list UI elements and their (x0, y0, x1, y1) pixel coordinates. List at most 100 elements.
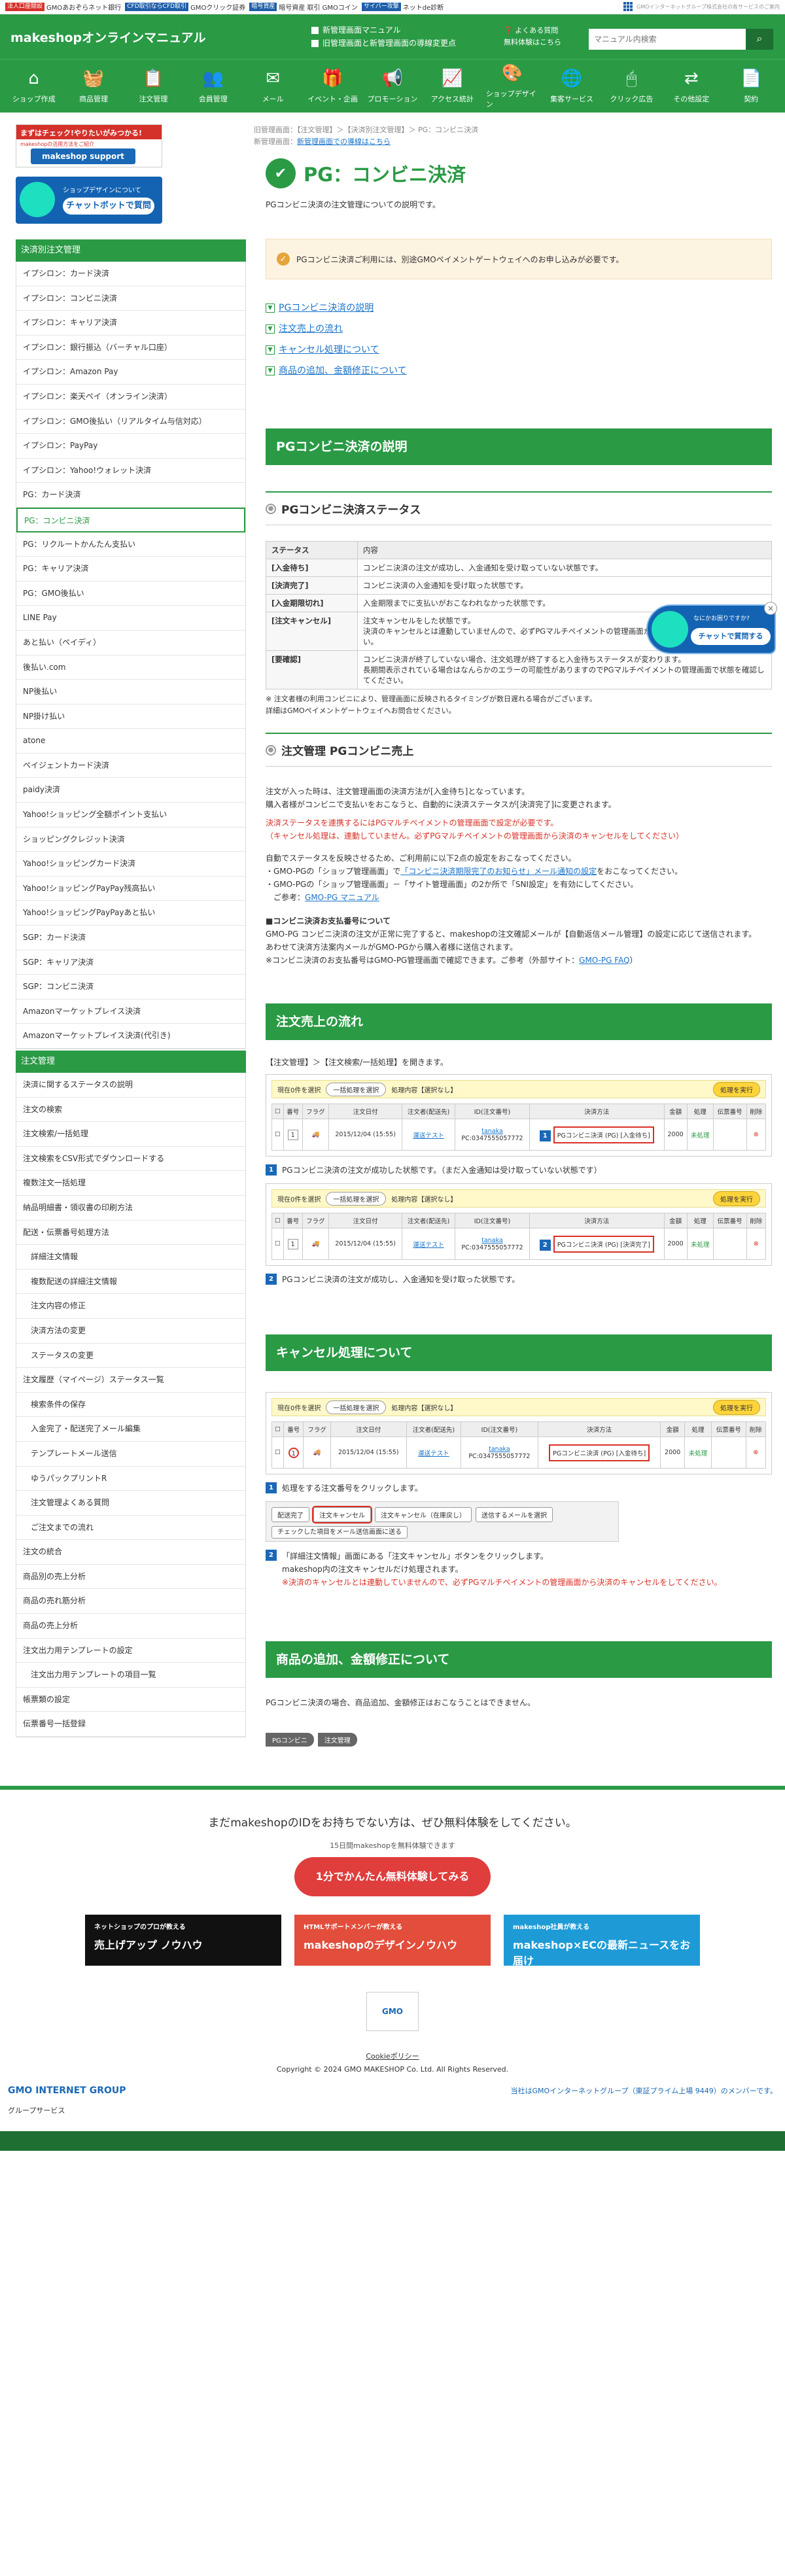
support-banner[interactable]: まずはチェック!やりたいがみつかる! makeshopの活用方法をご紹介 mak… (16, 124, 162, 167)
sidebar-item[interactable]: Yahoo!ショッピングカード決済 (16, 852, 245, 877)
topbar-link[interactable]: サイバー攻撃 ネットde診断 (361, 2, 444, 12)
delete-icon[interactable]: ⊗ (746, 1228, 767, 1260)
sidebar-item[interactable]: PG：キャリア決済 (16, 557, 245, 582)
footer-banner[interactable]: HTMLサポートメンバーが教える makeshopのデザインノウハウ (294, 1915, 491, 1966)
anchor-item[interactable]: ▼ キャンセル処理について (266, 339, 772, 360)
sidebar-item[interactable]: テンプレートメール送信 (16, 1442, 245, 1467)
sidebar-item[interactable]: PG：GMO後払い (16, 582, 245, 606)
topbar-link[interactable]: 暗号資産 暗号資産 取引 GMOコイン (249, 2, 358, 12)
gmo-pg-faq-link[interactable]: GMO-PG FAQ (579, 956, 629, 965)
nav-item-globe[interactable]: 🌐 集客サービス (546, 69, 598, 104)
search-input[interactable] (589, 29, 746, 50)
breadcrumb-new-link[interactable]: 新管理画面での導線はこちら (297, 137, 391, 146)
bulk-select-button[interactable]: 一括処理を選択 (326, 1191, 387, 1206)
nav-item-gift[interactable]: 🎁 イベント・企画 (307, 69, 359, 104)
sidebar-item[interactable]: LINE Pay (16, 606, 245, 631)
bulk-select-button[interactable]: 一括処理を選択 (326, 1400, 387, 1414)
sidebar-item[interactable]: paidy決済 (16, 778, 245, 803)
nav-item-chart[interactable]: 📈 アクセス統計 (426, 69, 478, 104)
sidebar-item[interactable]: 後払い.com (16, 655, 245, 680)
sidebar-item[interactable]: Yahoo!ショッピングPayPayあと払い (16, 901, 245, 926)
tracking-input[interactable] (711, 1436, 746, 1469)
sidebar-item[interactable]: atone (16, 729, 245, 754)
tracking-input[interactable] (712, 1119, 747, 1151)
nav-item-mail[interactable]: ✉ メール (247, 69, 299, 104)
sidebar-item[interactable]: イプシロン：Amazon Pay (16, 360, 245, 385)
cancel-panel-button[interactable]: 注文キャンセル（在庫戻し） (375, 1507, 472, 1522)
faq-link[interactable]: ❓ よくある質問 (504, 25, 561, 37)
sidebar-item[interactable]: イプシロン：GMO後払い（リアルタイム与信対応） (16, 409, 245, 434)
sidebar-item[interactable]: 検索条件の保存 (16, 1393, 245, 1418)
sidebar-item[interactable]: イプシロン：Yahoo!ウォレット決済 (16, 459, 245, 483)
sidebar-item[interactable]: 注文出力用テンプレートの設定 (16, 1639, 245, 1663)
sidebar-item[interactable]: 複数注文一括処理 (16, 1171, 245, 1196)
sidebar-item[interactable]: ペイジェントカード決済 (16, 754, 245, 778)
admin-change-link[interactable]: 旧管理画面と新管理画面の導線変更点 (311, 37, 456, 50)
close-icon[interactable]: × (764, 602, 777, 615)
sidebar-item[interactable]: 帳票類の設定 (16, 1688, 245, 1713)
nav-item-members[interactable]: 👥 会員管理 (187, 69, 239, 104)
sidebar-item[interactable]: イプシロン：楽天ペイ（オンライン決済） (16, 385, 245, 409)
gmo-pg-manual-link[interactable]: GMO-PG マニュアル (305, 893, 379, 902)
sidebar-item[interactable]: イプシロン：キャリア決済 (16, 311, 245, 336)
sidebar-item[interactable]: イプシロン：カード決済 (16, 262, 245, 287)
sidebar-item[interactable]: Amazonマーケットプレイス決済(代引き) (16, 1024, 245, 1049)
sidebar-item[interactable]: 注文の統合 (16, 1540, 245, 1565)
nav-item-megaphone[interactable]: 📢 プロモーション (366, 69, 419, 104)
footer-banner[interactable]: ネットショップのプロが教える 売上げアップ ノウハウ (85, 1915, 281, 1966)
sidebar-item[interactable]: NP後払い (16, 680, 245, 705)
delete-icon[interactable]: ⊗ (745, 1436, 767, 1469)
footer-banner[interactable]: makeshop社員が教える makeshop×ECの最新ニュースをお届け (504, 1915, 700, 1967)
sidebar-item[interactable]: イプシロン：銀行振込（バーチャル口座） (16, 336, 245, 360)
sidebar-item[interactable]: 詳細注文情報 (16, 1245, 245, 1270)
nav-item-shop[interactable]: ⌂ ショップ作成 (8, 69, 60, 104)
topbar-link[interactable]: 法人口座開設 GMOあおぞらネット銀行 (5, 2, 121, 12)
sidebar-item[interactable]: 商品別の売上分析 (16, 1565, 245, 1590)
order-number[interactable]: 1 (283, 1436, 304, 1469)
sidebar-item[interactable]: PG：カード決済 (16, 483, 245, 508)
sidebar-item[interactable]: 注文検索をCSV形式でダウンロードする (16, 1147, 245, 1172)
nav-item-contract[interactable]: 📄 契約 (725, 69, 777, 104)
cookie-policy-link[interactable]: Cookieポリシー (366, 2052, 419, 2061)
sidebar-item[interactable]: 注文内容の修正 (16, 1294, 245, 1319)
row-checkbox[interactable]: ☐ (271, 1119, 284, 1151)
tag-link[interactable]: 注文管理 (317, 1733, 357, 1747)
sidebar-item[interactable]: NP掛け払い (16, 705, 245, 729)
topbar-link[interactable]: CFD取引ならCFD取引 GMOクリック証券 (125, 2, 245, 12)
free-trial-link[interactable]: 無料体験はこちら (504, 37, 561, 48)
sidebar-item[interactable]: 配送・伝票番号処理方法 (16, 1221, 245, 1245)
sidebar-item[interactable]: PG：コンビニ決済 (16, 507, 245, 532)
sidebar-item[interactable]: SGP：コンビニ決済 (16, 975, 245, 1000)
sidebar-item[interactable]: 商品の売上分析 (16, 1614, 245, 1639)
sidebar-item[interactable]: 決済に関するステータスの説明 (16, 1073, 245, 1098)
sidebar-item[interactable]: 複数配送の詳細注文情報 (16, 1270, 245, 1295)
sidebar-item[interactable]: ステータスの変更 (16, 1344, 245, 1368)
cancel-panel-button[interactable]: 配送完了 (271, 1507, 309, 1522)
sidebar-item[interactable]: PG：リクルートかんたん支払い (16, 532, 245, 557)
mail-send-button[interactable]: チェックした項目をメール送信画面に送る (271, 1526, 408, 1539)
sidebar-item[interactable]: ショッピングクレジット決済 (16, 827, 245, 852)
row-checkbox[interactable]: ☐ (271, 1436, 285, 1469)
chatbot-banner[interactable]: ショップデザインについて チャットボットで質問 (16, 177, 162, 224)
nav-item-palette[interactable]: 🎨 ショップデザイン (486, 63, 538, 109)
tag-link[interactable]: PGコンビニ (266, 1733, 314, 1747)
bulk-select-button[interactable]: 一括処理を選択 (326, 1082, 387, 1096)
sidebar-item[interactable]: イプシロン：コンビニ決済 (16, 287, 245, 311)
grid-icon[interactable] (623, 2, 633, 11)
sidebar-item[interactable]: 伝票番号一括登録 (16, 1712, 245, 1737)
sidebar-item[interactable]: あと払い（ペイディ） (16, 631, 245, 655)
nav-item-clipboard[interactable]: 📋 注文管理 (127, 69, 179, 104)
new-admin-manual-link[interactable]: 新管理画面マニュアル (311, 24, 456, 37)
anchor-item[interactable]: ▼ PGコンビニ決済の説明 (266, 298, 772, 319)
sidebar-item[interactable]: ゆうパックプリントR (16, 1467, 245, 1491)
cancel-panel-button[interactable]: 注文キャンセル (312, 1506, 372, 1523)
anchor-item[interactable]: ▼ 注文売上の流れ (266, 319, 772, 339)
search-button[interactable]: ⌕ (746, 29, 773, 50)
cancel-panel-button[interactable]: 送信するメールを選択 (476, 1507, 553, 1522)
execute-button[interactable]: 処理を実行 (713, 1399, 760, 1415)
execute-button[interactable]: 処理を実行 (713, 1191, 760, 1206)
sidebar-item[interactable]: 注文検索/一括処理 (16, 1122, 245, 1147)
tracking-input[interactable] (712, 1228, 747, 1260)
row-checkbox[interactable]: ☐ (271, 1228, 284, 1260)
delete-icon[interactable]: ⊗ (746, 1119, 767, 1151)
